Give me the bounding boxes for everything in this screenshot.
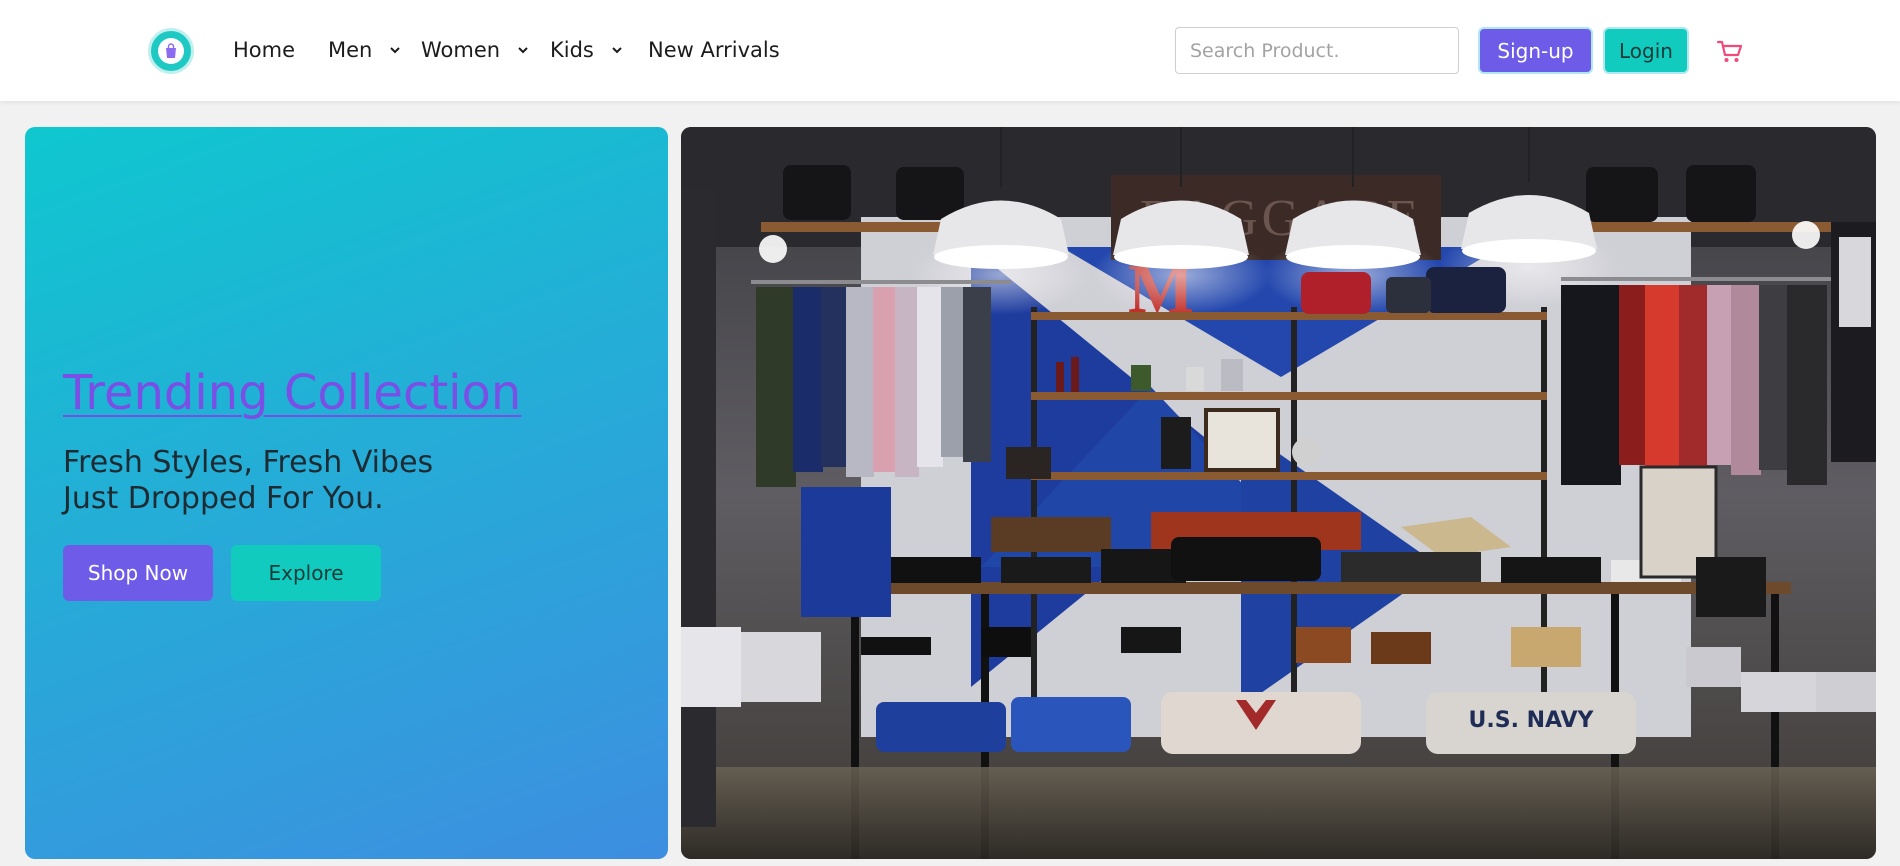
- navbar: Home Men Women Kids New Arrivals Sign-up…: [0, 0, 1900, 101]
- right-hanging-clothes: [1561, 285, 1827, 485]
- chevron-down-icon: [612, 47, 622, 54]
- nav-new-arrivals-label: New Arrivals: [648, 38, 780, 62]
- login-button[interactable]: Login: [1603, 27, 1689, 74]
- nav-home[interactable]: Home: [233, 36, 295, 64]
- explore-button[interactable]: Explore: [231, 545, 381, 601]
- nav-kids-label: Kids: [550, 38, 594, 62]
- nav-women-label: Women: [421, 38, 501, 62]
- nav-women[interactable]: Women: [421, 36, 530, 64]
- shop-now-button[interactable]: Shop Now: [63, 545, 213, 601]
- hero-subtitle: Fresh Styles, Fresh Vibes Just Dropped F…: [63, 445, 523, 517]
- logo[interactable]: [148, 28, 194, 74]
- nav-men[interactable]: Men: [328, 36, 402, 64]
- chevron-down-icon: [518, 47, 528, 54]
- nav-men-label: Men: [328, 38, 373, 62]
- left-hanging-clothes: [756, 287, 991, 487]
- nav-new-arrivals[interactable]: New Arrivals: [648, 36, 780, 64]
- hero-image: BAGGAGE M: [681, 127, 1876, 859]
- nav-home-label: Home: [233, 38, 296, 62]
- cart-icon[interactable]: [1716, 38, 1744, 64]
- search-input[interactable]: [1175, 27, 1459, 74]
- hero-subtitle-line1: Fresh Styles, Fresh Vibes: [63, 445, 434, 480]
- chevron-down-icon: [390, 47, 401, 54]
- shopping-bag-icon: [158, 38, 184, 64]
- store-interior-illustration: BAGGAGE M: [681, 127, 1876, 859]
- signup-button[interactable]: Sign-up: [1478, 27, 1593, 74]
- nav-kids[interactable]: Kids: [550, 36, 624, 64]
- hero-subtitle-line2: Just Dropped For You.: [63, 481, 384, 516]
- hero-panel: Trending Collection Fresh Styles, Fresh …: [25, 127, 668, 859]
- hero-title: Trending Collection: [63, 365, 522, 421]
- navy-shirt-text: U.S. NAVY: [1469, 708, 1595, 733]
